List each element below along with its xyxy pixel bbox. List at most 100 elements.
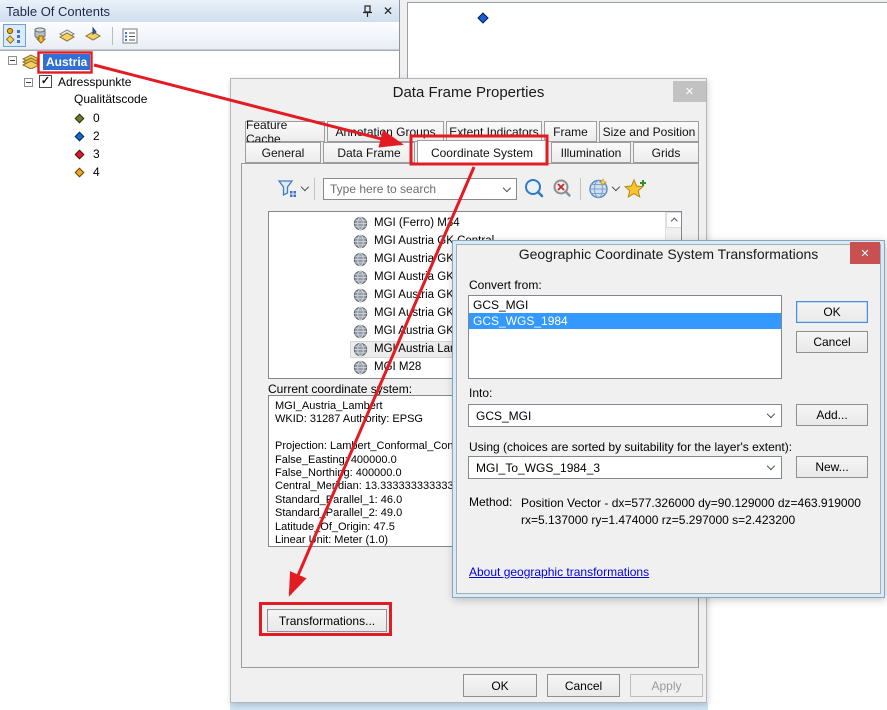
legend-item: 3 xyxy=(76,147,100,161)
using-label: Using (choices are sorted by suitability… xyxy=(469,440,792,454)
legend-item: 2 xyxy=(76,129,100,143)
search-dropdown-icon[interactable] xyxy=(503,183,511,191)
globe-icon[interactable] xyxy=(588,178,610,200)
convert-from-label: Convert from: xyxy=(469,278,542,292)
using-value: MGI_To_WGS_1984_3 xyxy=(476,461,600,475)
legend-value: 0 xyxy=(93,111,100,125)
chevron-down-icon[interactable] xyxy=(767,462,775,470)
dialog-title: Data Frame Properties xyxy=(231,79,706,105)
list-item[interactable]: MGI (Ferro) M34 xyxy=(269,214,665,232)
gcs-globe-icon xyxy=(353,234,368,249)
close-icon[interactable]: ✕ xyxy=(850,242,880,264)
separator xyxy=(314,178,315,200)
legend-value: 2 xyxy=(93,129,100,143)
layer-name[interactable]: Adresspunkte xyxy=(58,75,131,89)
convert-from-listbox[interactable]: GCS_MGI GCS_WGS_1984 xyxy=(468,295,782,379)
toc-toolbar xyxy=(0,22,399,50)
gcs-globe-icon xyxy=(353,378,368,380)
legend-value: 4 xyxy=(93,165,100,179)
toc-options-button[interactable] xyxy=(118,24,141,47)
clear-search-icon[interactable] xyxy=(551,178,573,200)
legend-symbol-diamond xyxy=(75,131,85,141)
tab-grids[interactable]: Grids xyxy=(633,142,699,163)
transformations-button[interactable]: Transformations... xyxy=(267,609,387,632)
gcs-transformations-dialog: Geographic Coordinate System Transformat… xyxy=(452,240,885,598)
tab-extent-indicators[interactable]: Extent Indicators xyxy=(446,121,542,142)
tab-data-frame[interactable]: Data Frame xyxy=(323,142,415,163)
data-frame-name[interactable]: Austria xyxy=(43,54,90,70)
chevron-down-icon[interactable] xyxy=(767,410,775,418)
pin-icon[interactable] xyxy=(362,5,373,18)
using-combobox[interactable]: MGI_To_WGS_1984_3 xyxy=(468,456,782,479)
gcs-globe-icon xyxy=(353,342,368,357)
legend-symbol-diamond xyxy=(75,167,85,177)
current-cs-label: Current coordinate system: xyxy=(268,382,412,396)
tab-annotation-groups[interactable]: Annotation Groups xyxy=(327,121,444,142)
toolbar-separator xyxy=(112,27,113,45)
new-button[interactable]: New... xyxy=(796,456,868,478)
into-label: Into: xyxy=(469,386,492,400)
ok-button[interactable]: OK xyxy=(463,674,537,697)
separator xyxy=(580,178,581,200)
close-icon[interactable]: ✕ xyxy=(673,81,706,102)
into-combobox[interactable]: GCS_MGI xyxy=(468,404,782,427)
toc-list-by-selection-button[interactable] xyxy=(81,24,104,47)
tab-frame[interactable]: Frame xyxy=(544,121,597,142)
gcs-globe-icon xyxy=(353,216,368,231)
gcs-globe-icon xyxy=(353,360,368,375)
dialog-title: Geographic Coordinate System Transformat… xyxy=(453,246,884,262)
gcs-globe-icon xyxy=(353,324,368,339)
toc-titlebar: Table Of Contents ✕ xyxy=(0,0,399,22)
into-value: GCS_MGI xyxy=(476,409,531,423)
search-input[interactable] xyxy=(330,182,504,196)
legend-item: 0 xyxy=(76,111,100,125)
tab-illumination[interactable]: Illumination xyxy=(551,142,631,163)
gcs-globe-icon xyxy=(353,270,368,285)
list-by-drawing-order-icon xyxy=(6,27,23,44)
tab-coordinate-system[interactable]: Coordinate System xyxy=(417,140,547,165)
method-label: Method: xyxy=(469,495,512,509)
scroll-up-button[interactable] xyxy=(666,212,682,228)
list-item-selected[interactable]: GCS_WGS_1984 xyxy=(469,313,781,329)
cancel-button[interactable]: Cancel xyxy=(796,331,868,353)
toc-list-by-visibility-button[interactable] xyxy=(55,24,78,47)
list-by-selection-icon xyxy=(84,27,102,44)
about-transformations-link[interactable]: About geographic transformations xyxy=(469,565,649,579)
toc-close-icon[interactable]: ✕ xyxy=(383,5,393,17)
collapse-toggle[interactable] xyxy=(24,78,33,87)
toc-list-by-source-button[interactable] xyxy=(29,24,52,47)
legend-value: 3 xyxy=(93,147,100,161)
layer-visibility-checkbox[interactable]: ✓ xyxy=(39,75,52,88)
toc-title: Table Of Contents xyxy=(6,4,110,19)
collapse-toggle[interactable] xyxy=(8,56,17,65)
toc-list-by-drawing-order-button[interactable] xyxy=(3,24,26,47)
apply-button: Apply xyxy=(630,674,703,697)
gcs-globe-icon xyxy=(353,288,368,303)
list-item[interactable]: GCS_MGI xyxy=(469,297,781,313)
gcs-globe-icon xyxy=(353,252,368,267)
list-by-source-icon xyxy=(32,27,49,44)
search-combo xyxy=(323,178,517,200)
tab-size-and-position[interactable]: Size and Position xyxy=(599,121,699,142)
cancel-button[interactable]: Cancel xyxy=(547,674,620,697)
data-frame-layers-icon xyxy=(21,54,40,69)
method-value-line1: Position Vector - dx=577.326000 dy=90.12… xyxy=(521,495,861,512)
legend-item: 4 xyxy=(76,165,100,179)
filter-funnel-icon[interactable] xyxy=(277,179,297,199)
tab-general[interactable]: General xyxy=(245,142,321,163)
gcs-globe-icon xyxy=(353,306,368,321)
add-button[interactable]: Add... xyxy=(796,404,868,426)
legend-symbol-diamond xyxy=(75,149,85,159)
add-to-favorites-star-icon[interactable] xyxy=(624,178,648,200)
method-value-line2: rx=5.137000 ry=1.474000 rz=5.297000 s=2.… xyxy=(521,512,795,529)
arcmap-screenshot: Table Of Contents ✕ xyxy=(0,0,887,710)
tab-feature-cache[interactable]: Feature Cache xyxy=(245,121,325,142)
window-edge xyxy=(230,703,708,710)
map-point-symbol xyxy=(477,12,488,23)
list-by-visibility-icon xyxy=(58,27,76,44)
ok-button[interactable]: OK xyxy=(796,301,868,323)
legend-field-name[interactable]: Qualitätscode xyxy=(74,92,147,106)
search-icon[interactable] xyxy=(523,178,545,200)
options-list-icon xyxy=(122,28,138,44)
legend-symbol-diamond xyxy=(75,113,85,123)
